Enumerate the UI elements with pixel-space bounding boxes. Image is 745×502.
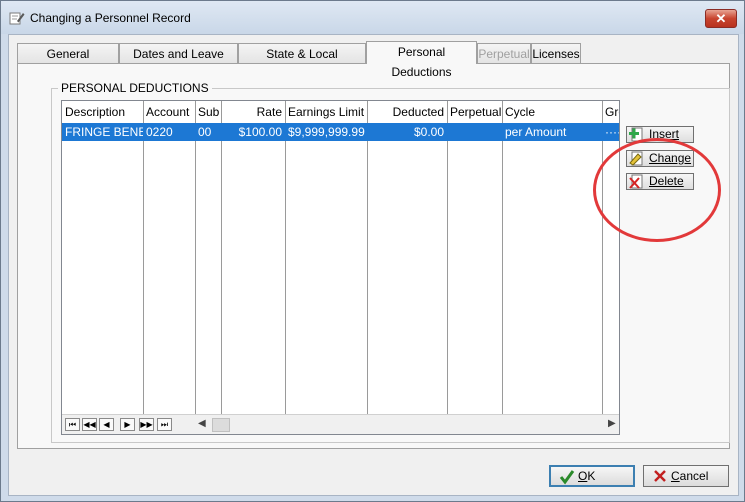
column-divider xyxy=(285,101,286,414)
column-header-rate[interactable]: Rate xyxy=(221,101,285,123)
ok-button[interactable]: OK xyxy=(549,465,635,487)
cell-description: FRINGE BENEF xyxy=(65,125,143,139)
cancel-button[interactable]: Cancel xyxy=(643,465,729,487)
cancel-label: Cancel xyxy=(671,469,709,483)
column-divider xyxy=(502,101,503,414)
column-divider xyxy=(602,101,603,414)
dialog-body: General Informaton Dates and Leave Time … xyxy=(8,34,739,496)
tab-dates-and-leave-time[interactable]: Dates and Leave Time xyxy=(119,43,238,81)
column-header-gro[interactable]: Gro xyxy=(602,101,619,123)
cell-sub: 00 xyxy=(198,125,212,139)
scroll-right-arrow-icon[interactable]: ▶ xyxy=(608,418,616,429)
column-divider xyxy=(195,101,196,414)
cell-earnings-limit: $9,999,999.99 xyxy=(288,125,365,139)
column-divider xyxy=(221,101,222,414)
column-header-deducted[interactable]: Deducted xyxy=(367,101,447,123)
cell-account: 0220 xyxy=(146,125,173,139)
column-divider xyxy=(447,101,448,414)
edit-record-icon xyxy=(9,12,25,25)
column-header-earnings-limit[interactable]: Earnings Limit xyxy=(285,101,367,123)
highlight-annotation-circle xyxy=(593,138,721,242)
tab-licenses[interactable]: Licenses xyxy=(531,43,581,63)
grid-navigator: ⏮ ◀◀ ◀ ▶ ▶▶ ⏭ ◀ ▶ xyxy=(62,414,619,434)
title-bar[interactable]: Changing a Personnel Record ✕ xyxy=(1,1,744,34)
column-header-sub[interactable]: Sub xyxy=(195,101,221,123)
cancel-x-icon xyxy=(654,470,666,482)
nav-first-button[interactable]: ⏮ xyxy=(65,418,80,431)
column-header-perpetual[interactable]: Perpetual xyxy=(447,101,502,123)
grid-header: Description Account Sub Rate Earnings Li… xyxy=(62,101,619,124)
tab-state-local-information[interactable]: State & Local Information xyxy=(238,43,366,81)
section-title: PERSONAL DEDUCTIONS xyxy=(58,81,212,95)
cell-cycle: per Amount xyxy=(505,125,567,139)
horizontal-scrollbar-thumb[interactable] xyxy=(212,418,230,432)
tab-perpetual: Perpetual xyxy=(477,43,531,63)
column-header-account[interactable]: Account xyxy=(143,101,195,123)
close-button[interactable]: ✕ xyxy=(705,9,737,28)
deductions-grid[interactable]: Description Account Sub Rate Earnings Li… xyxy=(61,100,620,435)
column-divider xyxy=(367,101,368,414)
cell-gro: ···· xyxy=(605,125,620,139)
column-divider xyxy=(143,101,144,414)
nav-last-button[interactable]: ⏭ xyxy=(157,418,172,431)
table-row[interactable]: FRINGE BENEF 0220 00 $100.00 $9,999,999.… xyxy=(62,123,619,141)
window-title: Changing a Personnel Record xyxy=(30,11,191,25)
column-header-description[interactable]: Description xyxy=(62,101,143,123)
tab-general-information[interactable]: General Informaton xyxy=(17,43,119,81)
nav-next-button[interactable]: ▶ xyxy=(120,418,135,431)
scroll-left-arrow-icon[interactable]: ◀ xyxy=(198,418,206,429)
checkmark-icon xyxy=(559,470,575,485)
tab-personal-deductions[interactable]: Personal Deductions xyxy=(366,41,477,79)
cell-perpetual xyxy=(447,123,502,141)
nav-next-page-button[interactable]: ▶▶ xyxy=(139,418,154,431)
nav-prev-page-button[interactable]: ◀◀ xyxy=(82,418,97,431)
cell-deducted: $0.00 xyxy=(413,125,444,139)
column-header-cycle[interactable]: Cycle xyxy=(502,101,602,123)
cell-rate: $100.00 xyxy=(238,125,282,139)
nav-prev-button[interactable]: ◀ xyxy=(99,418,114,431)
ok-label: OK xyxy=(578,469,596,483)
dialog-window: Changing a Personnel Record ✕ General In… xyxy=(0,0,745,502)
